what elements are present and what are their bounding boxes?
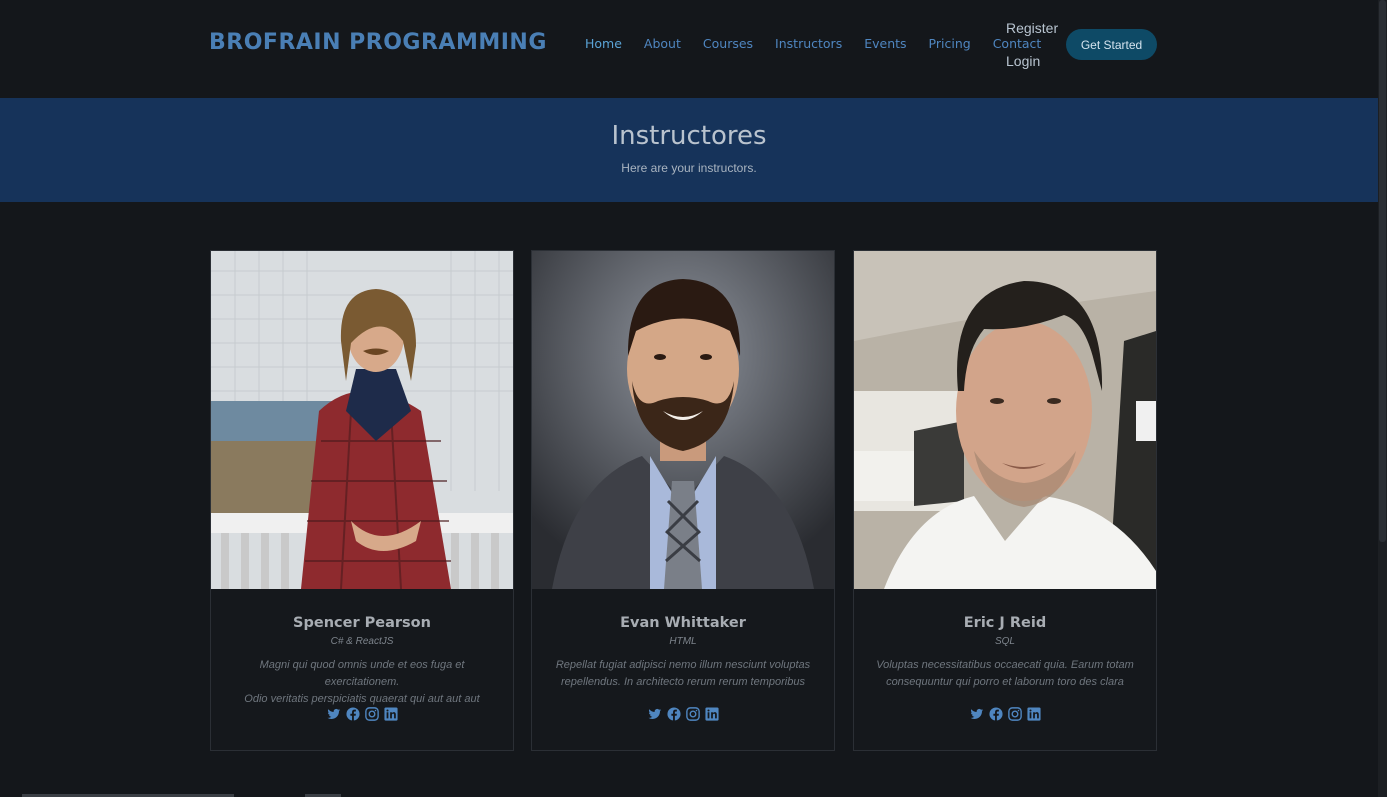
main-nav: Home About Courses Instructors Events Pr…: [585, 36, 1063, 51]
instructor-role: C# & ReactJS: [330, 636, 394, 647]
facebook-icon[interactable]: [988, 707, 1003, 721]
instructor-bio-line: Odio veritatis perspiciatis quaerat qui …: [244, 693, 480, 705]
instructor-bio: Magni qui quod omnis unde et eos fuga et…: [225, 657, 499, 708]
get-started-button[interactable]: Get Started: [1066, 29, 1157, 60]
instructor-bio: Repellat fugiat adipisci nemo illum nesc…: [546, 657, 820, 691]
nav-about[interactable]: About: [644, 36, 681, 51]
facebook-icon[interactable]: [345, 707, 360, 721]
instructor-name: Evan Whittaker: [620, 615, 746, 631]
scrollbar-thumb[interactable]: [1379, 0, 1386, 542]
instagram-icon[interactable]: [364, 707, 379, 721]
instructor-bio-line: repellendus. In architecto rerum rerum t…: [561, 676, 805, 688]
nav-instructors[interactable]: Instructors: [775, 36, 842, 51]
social-links: [854, 707, 1156, 721]
linkedin-icon[interactable]: [704, 707, 719, 721]
social-links: [532, 707, 834, 721]
facebook-icon[interactable]: [666, 707, 681, 721]
instructor-bio-line: consequuntur qui porro et laborum toro d…: [886, 676, 1124, 688]
instructor-photo: [854, 251, 1156, 589]
instructor-name: Spencer Pearson: [293, 615, 431, 631]
instructor-card: Evan Whittaker HTML Repellat fugiat adip…: [531, 250, 835, 751]
page-title: Instructores: [611, 121, 767, 151]
nav-events[interactable]: Events: [864, 36, 906, 51]
instructor-card: Spencer Pearson C# & ReactJS Magni qui q…: [210, 250, 514, 751]
instructor-role: SQL: [994, 636, 1015, 647]
register-link[interactable]: Register: [1006, 19, 1066, 52]
instructor-bio-line: Magni qui quod omnis unde et eos fuga et…: [259, 659, 465, 688]
instructor-bio: Voluptas necessitatibus occaecati quia. …: [868, 657, 1142, 691]
site-header: BROFRAIN PROGRAMMING Home About Courses …: [0, 0, 1378, 98]
instructor-photo: [211, 251, 513, 589]
login-link[interactable]: Login: [1006, 52, 1066, 85]
instructor-photo: [532, 251, 834, 589]
linkedin-icon[interactable]: [383, 707, 398, 721]
twitter-icon[interactable]: [970, 707, 984, 721]
nav-home[interactable]: Home: [585, 36, 622, 51]
nav-pricing[interactable]: Pricing: [929, 36, 971, 51]
instructor-bio-line: Voluptas necessitatibus occaecati quia. …: [876, 659, 1134, 671]
instructor-name: Eric J Reid: [963, 615, 1047, 631]
twitter-icon[interactable]: [327, 707, 341, 721]
instructor-card: Eric J Reid SQL Voluptas necessitatibus …: [853, 250, 1157, 751]
twitter-icon[interactable]: [648, 707, 662, 721]
site-logo[interactable]: BROFRAIN PROGRAMMING: [209, 30, 547, 55]
page-subtitle: Here are your instructors.: [621, 161, 757, 175]
linkedin-icon[interactable]: [1026, 707, 1041, 721]
page-banner: Instructores Here are your instructors.: [0, 98, 1378, 202]
nav-courses[interactable]: Courses: [703, 36, 753, 51]
social-links: [211, 707, 513, 721]
instagram-icon[interactable]: [685, 707, 700, 721]
auth-links: Register Login: [1006, 19, 1066, 85]
instagram-icon[interactable]: [1007, 707, 1022, 721]
instructor-role: HTML: [669, 636, 697, 647]
instructor-bio-line: Repellat fugiat adipisci nemo illum nesc…: [555, 659, 811, 671]
